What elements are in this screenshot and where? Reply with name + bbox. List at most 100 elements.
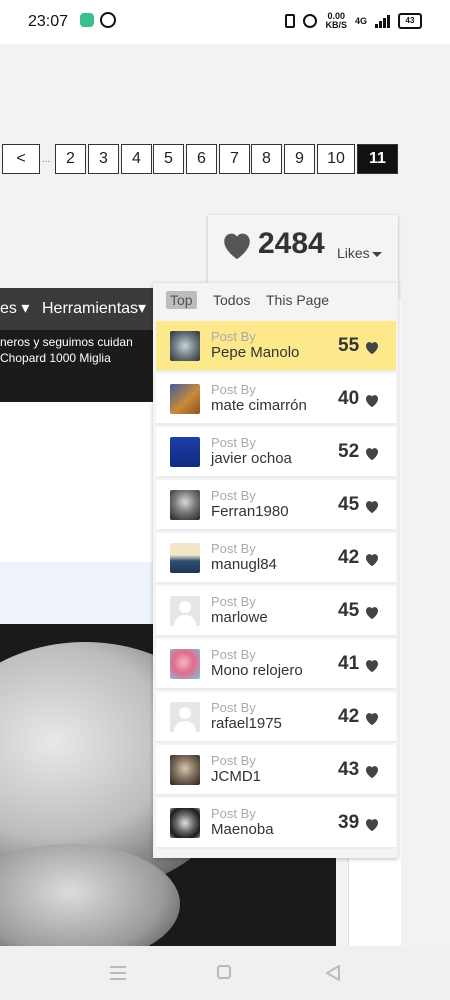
post-by-label: Post By	[211, 382, 256, 397]
tab-top[interactable]: Top	[166, 291, 197, 309]
speed-unit: KB/S	[325, 20, 347, 30]
heart-icon	[366, 554, 378, 567]
username[interactable]: Ferran1980	[211, 503, 289, 520]
post-by-label: Post By	[211, 753, 256, 768]
post-by-label: Post By	[211, 806, 256, 821]
like-count: 55	[338, 335, 360, 356]
like-count: 43	[338, 759, 360, 780]
username[interactable]: manugl84	[211, 556, 277, 573]
user-avatar[interactable]	[170, 543, 200, 573]
content-area	[0, 402, 153, 562]
username[interactable]: Maenoba	[211, 821, 274, 838]
like-count: 42	[338, 547, 360, 568]
article-caption[interactable]: neros y seguimos cuidan Chopard 1000 Mig…	[0, 334, 133, 366]
like-count: 41	[338, 653, 360, 674]
network-type: 4G	[354, 16, 367, 26]
heart-icon	[366, 660, 378, 673]
username[interactable]: Mono relojero	[211, 662, 303, 679]
status-time: 23:07	[28, 13, 69, 30]
status-bar: 23:07 0.00 KB/S 4G 43	[0, 0, 450, 44]
like-count: 45	[338, 494, 360, 515]
likes-row[interactable]: Post By javier ochoa 52	[156, 427, 396, 478]
heart-icon	[366, 766, 378, 779]
likes-row[interactable]: Post By rafael1975 42	[156, 692, 396, 743]
username[interactable]: Pepe Manolo	[211, 344, 299, 361]
username[interactable]: mate cimarrón	[211, 397, 307, 414]
username[interactable]: javier ochoa	[211, 450, 292, 467]
username[interactable]: rafael1975	[211, 715, 282, 732]
alarm-icon	[303, 14, 318, 28]
likes-row[interactable]: Post By JCMD1 43	[156, 745, 396, 796]
user-avatar[interactable]	[170, 384, 200, 414]
username[interactable]: JCMD1	[211, 768, 261, 785]
page-button-3[interactable]: 3	[88, 144, 119, 174]
tab-this-page[interactable]: This Page	[262, 291, 333, 309]
page-button-9[interactable]: 9	[284, 144, 315, 174]
page-button-7[interactable]: 7	[219, 144, 250, 174]
menu-item-herramientas[interactable]: Herramientas▾	[42, 288, 146, 330]
dropdown-caret-icon[interactable]	[372, 252, 382, 257]
home-icon[interactable]	[217, 965, 231, 979]
likes-row[interactable]: Post By Pepe Manolo 55	[156, 321, 396, 372]
page-button-2[interactable]: 2	[55, 144, 86, 174]
heart-icon	[366, 819, 378, 832]
site-menu-bar: es ▾ Herramientas▾	[0, 288, 153, 330]
user-avatar[interactable]	[170, 702, 200, 732]
post-by-label: Post By	[211, 435, 256, 450]
likes-row[interactable]: Post By Mono relojero 41	[156, 639, 396, 690]
likes-row[interactable]: Post By manugl84 42	[156, 533, 396, 584]
like-count: 52	[338, 441, 360, 462]
user-avatar[interactable]	[170, 490, 200, 520]
page-button-4[interactable]: 4	[121, 144, 152, 174]
tab-todos[interactable]: Todos	[209, 291, 254, 309]
post-by-label: Post By	[211, 329, 256, 344]
page-button-8[interactable]: 8	[251, 144, 282, 174]
likes-row[interactable]: Post By marlowe 45	[156, 586, 396, 637]
site-nav-area: es ▾ Herramientas▾ neros y seguimos cuid…	[0, 288, 153, 402]
vibrate-icon	[285, 14, 296, 28]
page-button-10[interactable]: 10	[317, 144, 355, 174]
user-avatar[interactable]	[170, 437, 200, 467]
likes-label: Likes	[337, 245, 370, 261]
likes-header[interactable]: 2484 Likes	[208, 215, 398, 283]
likes-row[interactable]: Post By mate cimarrón 40	[156, 374, 396, 425]
heart-icon	[366, 342, 378, 355]
likes-row[interactable]: Post By Maenoba 39	[156, 798, 396, 849]
page-button-5[interactable]: 5	[153, 144, 184, 174]
prev-page-button[interactable]: <	[2, 144, 40, 174]
post-by-label: Post By	[211, 700, 256, 715]
user-avatar[interactable]	[170, 596, 200, 626]
likes-panel: Top Todos This Page Post By Pepe Manolo …	[153, 283, 398, 858]
post-by-label: Post By	[211, 594, 256, 609]
battery-icon: 43	[398, 13, 422, 29]
network-speed: 0.00 KB/S	[325, 12, 347, 30]
back-icon[interactable]	[325, 964, 341, 982]
recent-apps-icon[interactable]	[110, 966, 126, 980]
app-notification-icon	[80, 13, 94, 27]
likes-row[interactable]: Post By Ferran1980 45	[156, 480, 396, 531]
like-count: 40	[338, 388, 360, 409]
user-avatar[interactable]	[170, 808, 200, 838]
menu-item-partial[interactable]: es ▾	[0, 288, 29, 330]
user-avatar[interactable]	[170, 649, 200, 679]
username[interactable]: marlowe	[211, 609, 268, 626]
page-button-current[interactable]: 11	[357, 144, 398, 174]
like-count: 42	[338, 706, 360, 727]
pagination-ellipsis: ...	[42, 154, 51, 165]
like-count: 45	[338, 600, 360, 621]
likes-count: 2484	[258, 227, 325, 260]
caret-icon: ▾	[21, 300, 30, 317]
heart-icon	[366, 501, 378, 514]
whatsapp-icon	[100, 12, 116, 28]
page-button-6[interactable]: 6	[186, 144, 217, 174]
content-strip	[0, 562, 153, 624]
post-by-label: Post By	[211, 647, 256, 662]
post-by-label: Post By	[211, 541, 256, 556]
heart-icon	[366, 713, 378, 726]
status-icons: 0.00 KB/S 4G 43	[285, 12, 422, 30]
system-nav-bar	[0, 946, 450, 1000]
likes-tabs: Top Todos This Page	[153, 283, 398, 319]
user-avatar[interactable]	[170, 755, 200, 785]
heart-icon	[224, 233, 250, 260]
user-avatar[interactable]	[170, 331, 200, 361]
